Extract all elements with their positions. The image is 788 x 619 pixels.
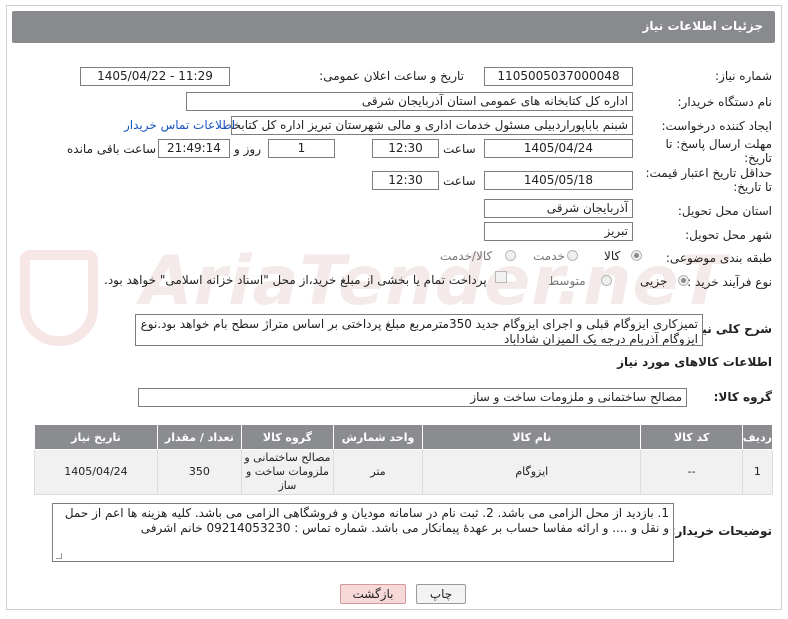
process-medium-radio[interactable] xyxy=(601,275,612,286)
reply-date-field[interactable]: 1405/04/24 xyxy=(484,139,633,158)
buyer-notes-label: توضیحات خریدار: xyxy=(670,524,772,538)
table-row[interactable]: 1 -- ایزوگام متر مصالح ساختمانی و ملزوما… xyxy=(34,449,774,495)
price-validity-date-field[interactable]: 1405/05/18 xyxy=(484,171,633,190)
cell-group: مصالح ساختمانی و ملزومات ساخت و ساز xyxy=(240,449,335,495)
buyer-contact-link[interactable]: اطلاعات تماس خریدار xyxy=(124,118,235,132)
reply-days-label: روز و xyxy=(234,142,261,156)
col-header-name: نام کالا xyxy=(422,424,642,450)
cell-date: 1405/04/24 xyxy=(34,449,158,495)
province-field[interactable]: آذربایجان شرقی xyxy=(484,199,633,218)
goods-table: ردیف کد کالا نام کالا واحد شمارش گروه کا… xyxy=(34,424,774,495)
need-number-field[interactable]: 1105005037000048 xyxy=(484,67,633,86)
col-header-group: گروه کالا xyxy=(240,424,335,450)
buyer-notes-textarea[interactable]: 1. بازدید از محل الزامی می باشد. 2. ثبت … xyxy=(52,503,674,562)
goods-group-field[interactable]: مصالح ساختمانی و ملزومات ساخت و ساز xyxy=(138,388,687,407)
category-service-label: خدمت xyxy=(533,249,565,263)
category-service-radio[interactable] xyxy=(567,250,578,261)
back-button[interactable]: بازگشت xyxy=(340,584,406,604)
resize-handle-icon[interactable] xyxy=(56,553,62,559)
process-minor-label: جزیی xyxy=(640,274,668,288)
category-goods-label: کالا xyxy=(604,249,621,263)
need-number-label: شماره نیاز: xyxy=(715,69,772,83)
creator-label: ایجاد کننده درخواست: xyxy=(661,119,772,133)
remaining-time-label: ساعت باقی مانده xyxy=(67,142,157,156)
summary-textarea[interactable]: تمیزکاری ایزوگام قبلی و اجرای ایزوگام جد… xyxy=(135,314,703,346)
process-label: نوع فرآیند خرید : xyxy=(687,275,772,289)
process-medium-label: متوسط xyxy=(548,274,586,288)
price-validity-time-label: ساعت xyxy=(443,174,476,188)
goods-group-label: گروه کالا: xyxy=(713,390,772,404)
reply-deadline-label: مهلت ارسال پاسخ: تا تاریخ: xyxy=(665,137,772,165)
cell-unit: متر xyxy=(332,449,424,495)
city-field[interactable]: تبریز xyxy=(484,222,633,241)
buyer-field[interactable]: اداره کل کتابخانه های عمومی استان آذربای… xyxy=(186,92,633,111)
price-validity-time-field[interactable]: 12:30 xyxy=(372,171,439,190)
col-header-quantity: تعداد / مقدار xyxy=(156,424,242,450)
page-header: جزئیات اطلاعات نیاز xyxy=(12,11,775,43)
price-validity-label: حداقل تاریخ اعتبار قیمت: تا تاریخ: xyxy=(645,166,772,194)
announce-field[interactable]: 1405/04/22 - 11:29 xyxy=(80,67,230,86)
cell-row-number: 1 xyxy=(741,449,774,495)
cell-code: -- xyxy=(640,449,743,495)
watermark-shield-icon xyxy=(20,250,98,346)
city-label: شهر محل تحویل: xyxy=(685,228,772,242)
page-title: جزئیات اطلاعات نیاز xyxy=(642,19,763,33)
treasury-payment-note: پرداخت تمام یا بخشی از مبلغ خرید،از محل … xyxy=(104,273,487,287)
col-header-unit: واحد شمارش xyxy=(332,424,424,450)
buyer-label: نام دستگاه خریدار: xyxy=(677,95,773,109)
remaining-time-field[interactable]: 21:49:14 xyxy=(158,139,230,158)
process-minor-radio[interactable] xyxy=(678,275,689,286)
announce-label: تاریخ و ساعت اعلان عمومی: xyxy=(319,69,464,83)
category-label: طبقه بندی موضوعی: xyxy=(665,251,772,265)
province-label: استان محل تحویل: xyxy=(677,204,772,218)
reply-days-field[interactable]: 1 xyxy=(268,139,335,158)
cell-quantity: 350 xyxy=(156,449,242,495)
category-goods-radio[interactable] xyxy=(631,250,642,261)
category-both-label: کالا/خدمت xyxy=(440,249,493,263)
cell-name: ایزوگام xyxy=(422,449,642,495)
col-header-code: کد کالا xyxy=(640,424,743,450)
table-header-row: ردیف کد کالا نام کالا واحد شمارش گروه کا… xyxy=(34,424,774,450)
category-both-radio[interactable] xyxy=(505,250,516,261)
print-button[interactable]: چاپ xyxy=(416,584,466,604)
reply-time-field[interactable]: 12:30 xyxy=(372,139,439,158)
treasury-payment-checkbox[interactable] xyxy=(495,271,507,283)
goods-section-title: اطلاعات کالاهای مورد نیاز xyxy=(617,355,772,369)
col-header-row-number: ردیف xyxy=(741,424,774,450)
creator-field[interactable]: شبنم باباپوراردبیلی مسئول خدمات اداری و … xyxy=(231,116,633,135)
col-header-date: تاریخ نیاز xyxy=(34,424,158,450)
reply-time-label: ساعت xyxy=(443,142,476,156)
